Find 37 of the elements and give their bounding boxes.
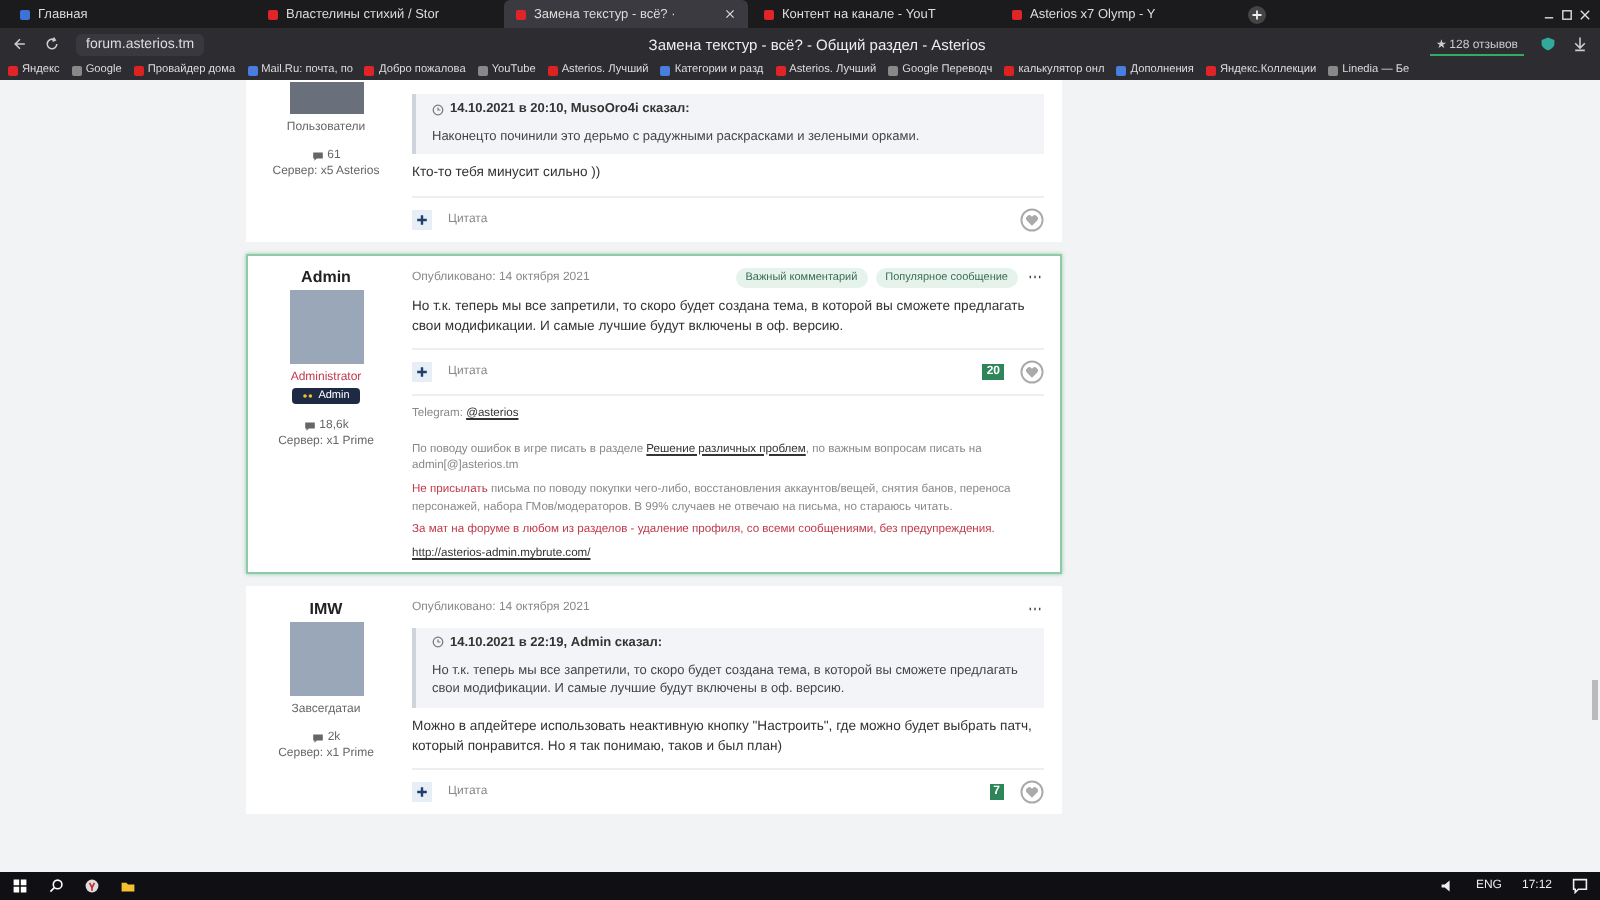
clock-icon [432, 636, 444, 649]
scrollbar-thumb[interactable] [1591, 680, 1597, 720]
plus-icon [416, 786, 428, 799]
speech-bubble-icon [311, 150, 324, 162]
stars-icon [302, 389, 315, 402]
author-name[interactable]: Admin [301, 267, 351, 286]
speech-bubble-icon [303, 419, 316, 432]
site-icon [516, 9, 526, 19]
site-icon [20, 9, 30, 19]
avatar-placeholder [289, 289, 363, 364]
avatar-placeholder [289, 621, 363, 696]
speaker-icon [1439, 878, 1456, 894]
site-icon [764, 9, 774, 19]
notification-icon [1572, 878, 1588, 894]
folder-icon [120, 878, 136, 894]
browser-icon [84, 878, 100, 894]
new-tab-icon [1248, 5, 1266, 23]
plus-icon [416, 365, 428, 378]
close-icon [724, 8, 736, 20]
plus-icon [416, 213, 428, 226]
multiquote-button[interactable] [412, 361, 432, 382]
multiquote-button[interactable] [412, 209, 432, 230]
avatar-placeholder [289, 82, 363, 114]
author-name[interactable]: IMW [309, 599, 343, 618]
windows-icon [12, 878, 28, 894]
reload-icon [44, 36, 60, 52]
multiquote-button[interactable] [412, 782, 432, 803]
search-icon [48, 878, 64, 894]
speech-bubble-icon [311, 731, 324, 744]
clock-icon [432, 103, 444, 115]
shield-icon [1540, 36, 1556, 52]
close-icon [1578, 7, 1592, 21]
site-icon [268, 9, 278, 19]
site-icon [1012, 9, 1022, 19]
download-icon [1572, 36, 1588, 52]
back-icon [12, 36, 28, 52]
restore-icon [1560, 7, 1574, 21]
